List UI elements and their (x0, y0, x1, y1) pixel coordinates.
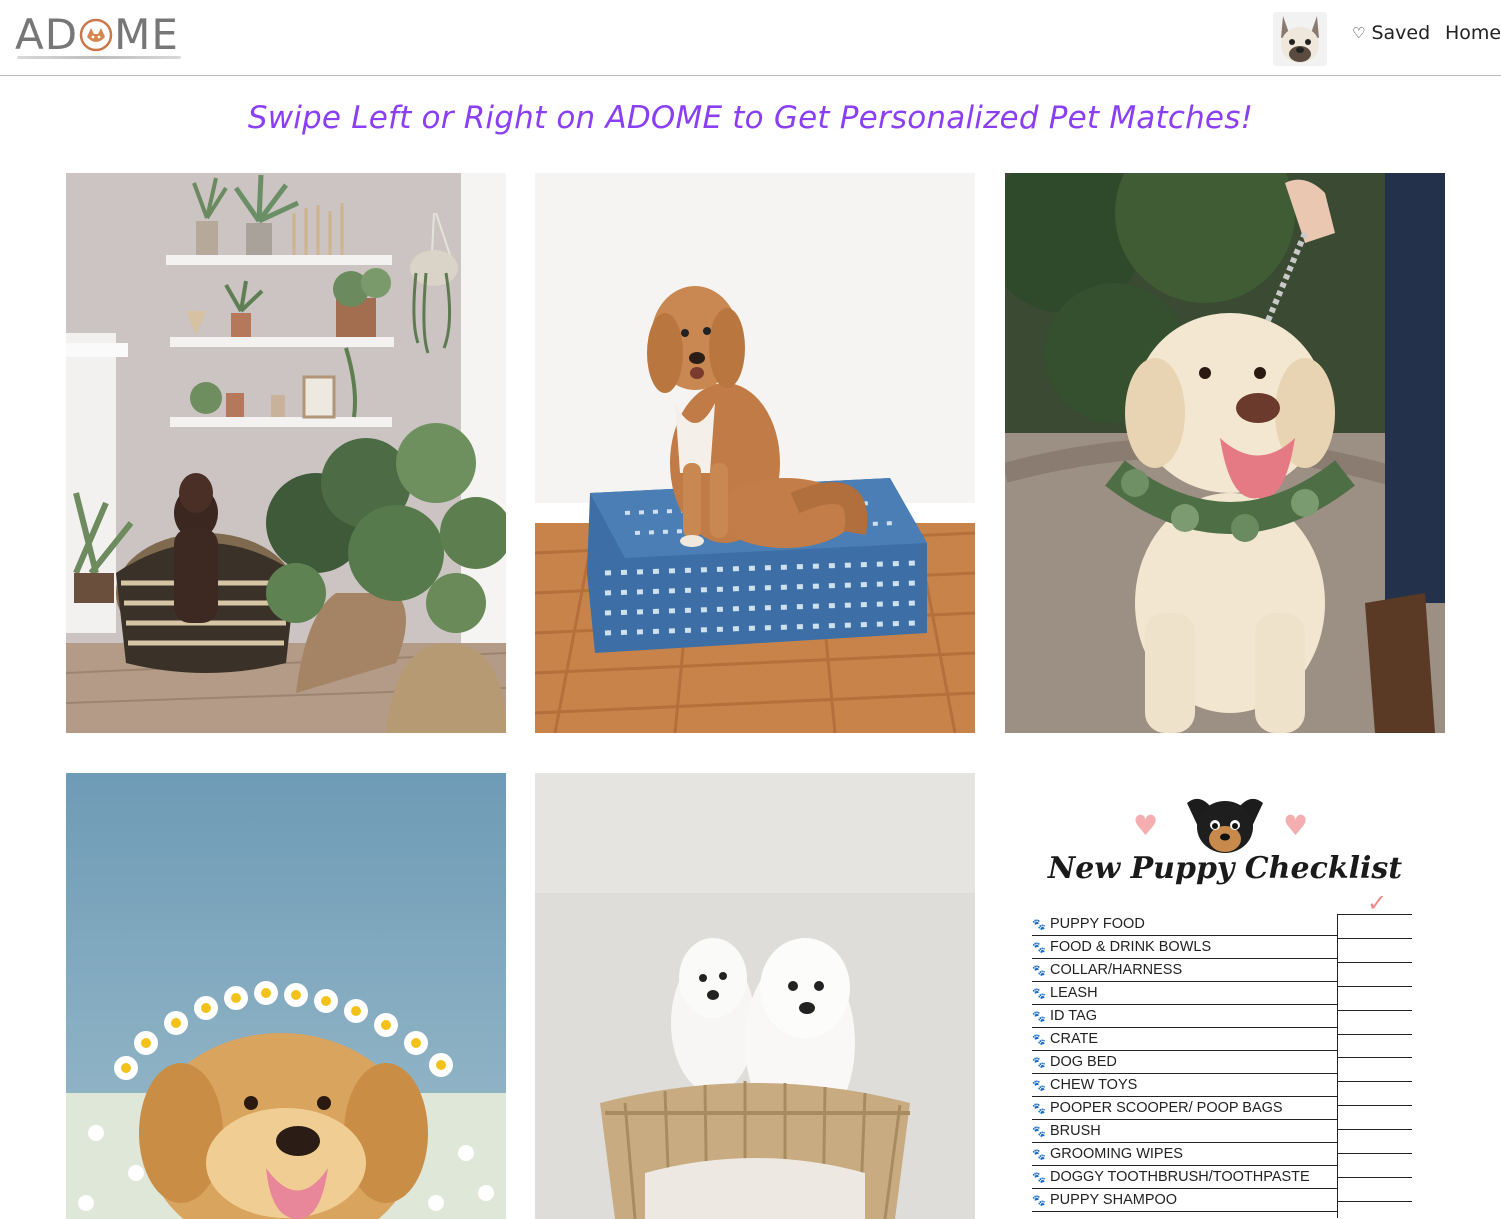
pet-tile-4[interactable] (66, 773, 506, 1219)
top-header: AD ME ♡ Saved Home (0, 0, 1501, 76)
dog-on-blue-cushion-image (535, 173, 975, 733)
saved-link[interactable]: ♡ Saved (1352, 22, 1430, 44)
checklist-item: 🐾 GROOMING WIPES (1032, 1143, 1337, 1166)
checklist-item: 🐾 PUPPY SHAMPOO (1032, 1189, 1337, 1212)
dog-in-basket-with-plants-image (66, 173, 506, 733)
logo-text-right: ME (114, 10, 179, 59)
pink-heart-icon: ♥ (1283, 809, 1309, 842)
checklist-item: 🐾 BRUSH (1032, 1120, 1337, 1143)
checklist-item-label: CHEW TOYS (1050, 1077, 1138, 1093)
home-label: Home (1445, 22, 1501, 44)
paw-print-icon: 🐾 (1032, 1057, 1046, 1069)
checklist-item: 🐾 DOGGY TOOTHBRUSH/TOOTHPASTE (1032, 1166, 1337, 1189)
paw-print-icon: 🐾 (1032, 919, 1046, 931)
two-white-dogs-in-basket-image (535, 773, 975, 1219)
paw-print-icon: 🐾 (1032, 1195, 1046, 1207)
checklist-item: 🐾 DOG BED (1032, 1051, 1337, 1074)
page-tagline: Swipe Left or Right on ADOME to Get Pers… (247, 100, 1254, 136)
labrador-with-wreath-image (1005, 173, 1445, 733)
pink-heart-icon: ♥ (1133, 809, 1159, 842)
french-bulldog-avatar-icon (1273, 12, 1327, 66)
checklist-item: 🐾 PUPPY FOOD (1032, 913, 1337, 936)
paw-print-icon: 🐾 (1032, 1011, 1046, 1023)
paw-print-icon: 🐾 (1032, 1034, 1046, 1046)
golden-retriever-daisy-crown-image (66, 773, 506, 1219)
checklist-item: 🐾 POOPER SCOOPER/ POOP BAGS (1032, 1097, 1337, 1120)
pet-tile-2[interactable] (535, 173, 975, 733)
checklist-item-label: POOPER SCOOPER/ POOP BAGS (1050, 1100, 1283, 1116)
adome-logo[interactable]: AD ME (15, 12, 185, 62)
checklist-item: 🐾 ID TAG (1032, 1005, 1337, 1028)
paw-print-icon: 🐾 (1032, 1126, 1046, 1138)
paw-print-icon: 🐾 (1032, 1172, 1046, 1184)
checklist-item: 🐾 COLLAR/HARNESS (1032, 959, 1337, 982)
checklist-item: 🐾 FOOD & DRINK BOWLS (1032, 936, 1337, 959)
paw-print-icon: 🐾 (1032, 965, 1046, 977)
checklist-item-label: ID TAG (1050, 1008, 1097, 1024)
home-link[interactable]: Home (1445, 22, 1501, 44)
saved-label: Saved (1371, 22, 1431, 44)
heart-outline-icon: ♡ (1352, 24, 1366, 42)
logo-underline (17, 56, 181, 59)
checklist-item: 🐾 CRATE (1032, 1028, 1337, 1051)
pet-tile-3[interactable] (1005, 173, 1445, 733)
checklist-items: 🐾 PUPPY FOOD 🐾 FOOD & DRINK BOWLS 🐾 COLLAR/HA… (1032, 913, 1412, 1212)
checklist-item: 🐾 LEASH (1032, 982, 1337, 1005)
paw-print-icon: 🐾 (1032, 1103, 1046, 1115)
paw-print-icon: 🐾 (1032, 1149, 1046, 1161)
pet-tile-1[interactable] (66, 173, 506, 733)
checklist-item-label: PUPPY FOOD (1050, 916, 1145, 932)
puppy-checklist-tile[interactable]: ♥ ♥ New Puppy Checklist ✓ 🐾 PUPPY FOOD 🐾 FO… (1005, 773, 1445, 1219)
logo-text-left: AD (15, 10, 79, 59)
checklist-item-label: COLLAR/HARNESS (1050, 962, 1183, 978)
paw-print-icon: 🐾 (1032, 988, 1046, 1000)
checklist-item-label: GROOMING WIPES (1050, 1146, 1183, 1162)
paw-print-icon: 🐾 (1032, 942, 1046, 954)
checklist-title: New Puppy Checklist (1047, 851, 1403, 886)
checklist-item-label: BRUSH (1050, 1123, 1101, 1139)
checklist-item-label: PUPPY SHAMPOO (1050, 1192, 1178, 1208)
checklist-item: 🐾 CHEW TOYS (1032, 1074, 1337, 1097)
pet-tile-5[interactable] (535, 773, 975, 1219)
checklist-item-label: DOG BED (1050, 1054, 1117, 1070)
user-avatar[interactable] (1273, 12, 1327, 66)
checklist-item-label: DOGGY TOOTHBRUSH/TOOTHPASTE (1050, 1169, 1310, 1185)
checklist-item-label: FOOD & DRINK BOWLS (1050, 939, 1212, 955)
paw-print-icon: 🐾 (1032, 1080, 1046, 1092)
dog-cat-logo-icon (79, 18, 113, 52)
checklist-item-label: CRATE (1050, 1031, 1099, 1047)
checklist-item-label: LEASH (1050, 985, 1098, 1001)
